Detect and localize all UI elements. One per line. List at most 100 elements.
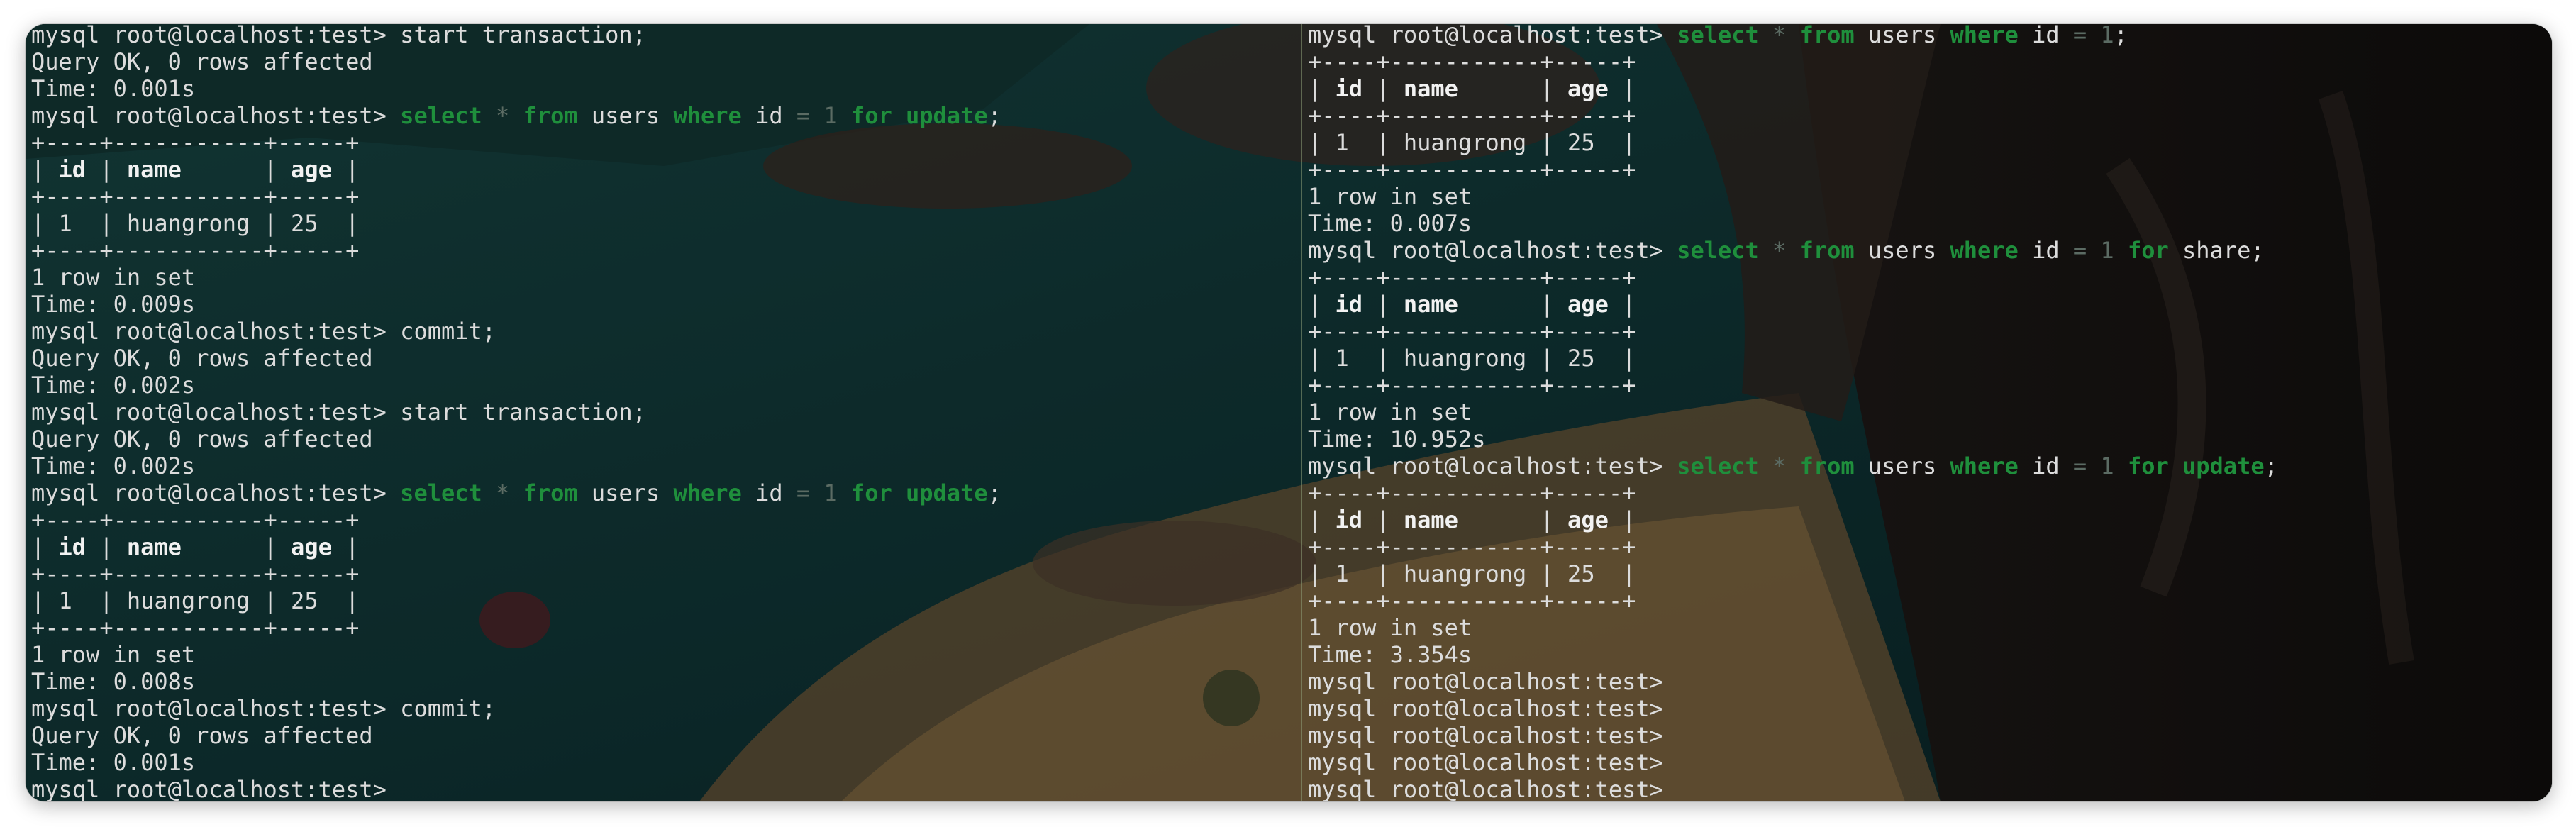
sql-keyword: from (523, 102, 578, 129)
table-header-cell: name (1403, 506, 1458, 533)
terminal-line: mysql root@localhost:test> (1308, 695, 2278, 722)
sql-keyword: for (850, 479, 892, 506)
terminal-text: Query OK, 0 rows affected (31, 345, 373, 372)
sql-keyword: from (1799, 237, 1855, 264)
terminal-text: | (1308, 291, 1336, 318)
terminal-line: 1 row in set (31, 264, 1001, 291)
terminal-line: Query OK, 0 rows affected (31, 345, 1001, 372)
terminal-text: = (2072, 453, 2087, 479)
terminal-text: | (181, 533, 292, 560)
sql-keyword: where (1950, 237, 2019, 264)
terminal-text: Time: 0.007s (1308, 210, 1472, 237)
sql-keyword: where (673, 479, 742, 506)
terminal-text: users (577, 102, 674, 129)
terminal-output-left: mysql root@localhost:test> start transac… (31, 24, 1001, 801)
terminal-text: id (741, 102, 796, 129)
terminal-line: | id | name | age | (31, 156, 1001, 183)
sql-keyword: select (400, 102, 482, 129)
terminal-text: | (1362, 506, 1404, 533)
terminal-text: +----+-----------+-----+ (1308, 479, 1636, 506)
terminal-text: mysql root@localhost:test> (1308, 237, 1677, 264)
terminal-text: Query OK, 0 rows affected (31, 722, 373, 749)
terminal-text: Time: 0.009s (31, 291, 196, 318)
table-header-cell: name (1403, 75, 1458, 102)
terminal-line: +----+-----------+-----+ (31, 129, 1001, 156)
sql-keyword: where (1950, 24, 2019, 48)
terminal-line: mysql root@localhost:test> commit; (31, 318, 1001, 345)
terminal-line: 1 row in set (1308, 614, 2278, 641)
sql-keyword: from (1799, 24, 1855, 48)
terminal-text: Time: 0.002s (31, 453, 196, 479)
terminal-text: mysql root@localhost:test> (1308, 668, 1663, 695)
terminal-text: mysql root@localhost:test> (31, 479, 401, 506)
terminal-line: mysql root@localhost:test> select * from… (31, 102, 1001, 129)
terminal-line: +----+-----------+-----+ (31, 237, 1001, 264)
terminal-text: mysql root@localhost:test> commit; (31, 318, 496, 345)
terminal-text: users (577, 479, 674, 506)
terminal-text: | (31, 533, 59, 560)
terminal-text: * (1772, 237, 1787, 264)
terminal-text: ; (2114, 24, 2128, 48)
terminal-pane-right[interactable]: mysql root@localhost:test> select * from… (1302, 24, 2552, 801)
terminal-line: Time: 0.008s (31, 668, 1001, 695)
sql-keyword: select (1677, 237, 1759, 264)
terminal-line: Query OK, 0 rows affected (31, 48, 1001, 75)
terminal-line: +----+-----------+-----+ (1308, 48, 2278, 75)
sql-keyword: select (1677, 24, 1759, 48)
terminal-line: +----+-----------+-----+ (1308, 156, 2278, 183)
terminal-text: users (1854, 24, 1950, 48)
terminal-line: mysql root@localhost:test> select * from… (31, 479, 1001, 506)
terminal-line: +----+-----------+-----+ (31, 614, 1001, 641)
sql-keyword: update (906, 479, 988, 506)
terminal-line: Query OK, 0 rows affected (31, 426, 1001, 453)
terminal-text: | (1362, 291, 1404, 318)
terminal-text: | 1 | huangrong | 25 | (1308, 560, 1636, 587)
terminal-line: Time: 3.354s (1308, 641, 2278, 668)
terminal-line: mysql root@localhost:test> (1308, 776, 2278, 801)
terminal-text: * (1772, 453, 1787, 479)
terminal-text: * (1772, 24, 1787, 48)
terminal-line: Time: 10.952s (1308, 426, 2278, 453)
terminal-text: mysql root@localhost:test> (1308, 722, 1663, 749)
terminal-text: +----+-----------+-----+ (1308, 48, 1636, 75)
terminal-text: Query OK, 0 rows affected (31, 48, 373, 75)
terminal-text: * (496, 479, 510, 506)
table-header-cell: age (291, 156, 332, 183)
terminal-line: | 1 | huangrong | 25 | (1308, 345, 2278, 372)
terminal-text: | 1 | huangrong | 25 | (31, 587, 360, 614)
table-header-cell: id (58, 533, 87, 560)
terminal-line: mysql root@localhost:test> (1308, 722, 2278, 749)
terminal-text: 1 (2100, 237, 2114, 264)
terminal-line: mysql root@localhost:test> start transac… (31, 24, 1001, 48)
table-header-cell: age (1567, 75, 1609, 102)
terminal-output-right: mysql root@localhost:test> select * from… (1308, 24, 2278, 801)
terminal-text: Time: 0.001s (31, 75, 196, 102)
terminal-line: +----+-----------+-----+ (1308, 318, 2278, 345)
sql-keyword: update (2182, 453, 2265, 479)
terminal-text: mysql root@localhost:test> (31, 776, 387, 801)
terminal-window[interactable]: mysql root@localhost:test> start transac… (26, 24, 2552, 801)
terminal-text: id (741, 479, 796, 506)
terminal-text: +----+-----------+-----+ (1308, 102, 1636, 129)
terminal-text: | (181, 156, 292, 183)
terminal-text: = (796, 102, 811, 129)
terminal-text: ; (2264, 453, 2278, 479)
terminal-text: | (1308, 506, 1336, 533)
terminal-text: id (2018, 453, 2073, 479)
terminal-text: 1 row in set (31, 641, 196, 668)
terminal-text: | (331, 533, 360, 560)
terminal-pane-left[interactable]: mysql root@localhost:test> start transac… (26, 24, 1301, 801)
terminal-line: +----+-----------+-----+ (1308, 587, 2278, 614)
terminal-text: | 1 | huangrong | 25 | (31, 210, 360, 237)
terminal-line: Query OK, 0 rows affected (31, 722, 1001, 749)
